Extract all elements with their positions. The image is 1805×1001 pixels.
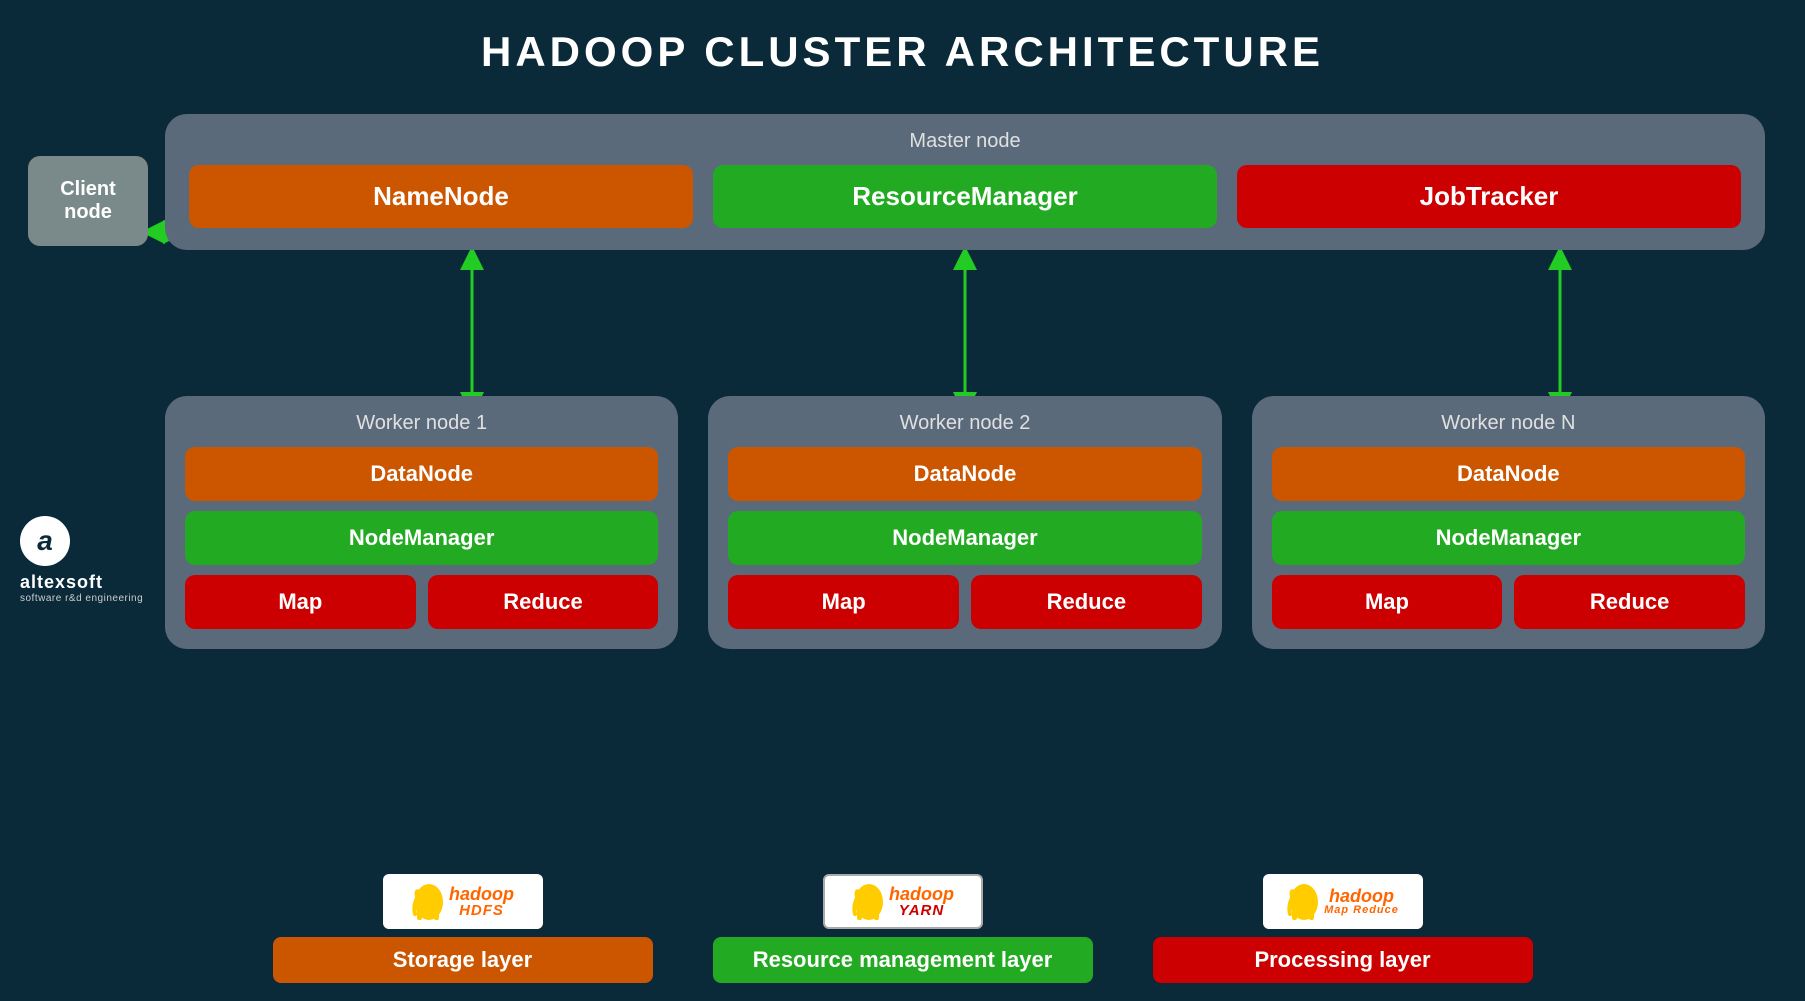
worker-node-2: Worker node 2 DataNode NodeManager Map R… [708,396,1221,649]
worker-1-map: Map [185,575,416,629]
worker-n-reduce: Reduce [1514,575,1745,629]
master-node-container: Master node NameNode ResourceManager Job… [165,114,1765,250]
worker-n-map-reduce-row: Map Reduce [1272,575,1745,629]
worker-node-2-label: Worker node 2 [728,412,1201,435]
worker-1-reduce: Reduce [428,575,659,629]
hadoop-mapreduce-top: hadoop [1329,887,1394,905]
workers-row: Worker node 1 DataNode NodeManager Map R… [165,396,1765,649]
worker-n-map: Map [1272,575,1503,629]
resourcemanager-box: ResourceManager [713,165,1217,228]
hadoop-hdfs-text: hadoop HDFS [449,885,514,918]
worker-n-nodemanager: NodeManager [1272,511,1745,565]
hadoop-hdfs-top: hadoop [449,885,514,903]
worker-2-nodemanager: NodeManager [728,511,1201,565]
altexsoft-subtitle: software r&d engineering [20,593,143,604]
altexsoft-name: altexsoft [20,572,103,593]
master-node-label: Master node [189,130,1741,153]
hadoop-mapreduce-text: hadoop Map Reduce [1324,887,1399,916]
client-node: Client node [28,156,148,246]
worker-node-1-label: Worker node 1 [185,412,658,435]
master-node-boxes: NameNode ResourceManager JobTracker [189,165,1741,228]
hadoop-hdfs-bottom: HDFS [459,903,504,918]
hadoop-yarn-text: hadoop YARN [889,885,954,918]
legend-item-yarn: hadoop YARN Resource management layer [713,874,1093,983]
page-title: HADOOP CLUSTER ARCHITECTURE [0,0,1805,96]
altexsoft-logo: a altexsoft software r&d engineering [20,516,143,604]
resource-management-layer-label: Resource management layer [713,937,1093,983]
worker-1-map-reduce-row: Map Reduce [185,575,658,629]
hadoop-mapreduce-logo: hadoop Map Reduce [1263,874,1423,929]
worker-1-datanode: DataNode [185,447,658,501]
hadoop-yarn-top: hadoop [889,885,954,903]
hadoop-hdfs-logo: hadoop HDFS [383,874,543,929]
elephant-icon-yarn [851,880,887,924]
worker-node-n: Worker node N DataNode NodeManager Map R… [1252,396,1765,649]
worker-node-1: Worker node 1 DataNode NodeManager Map R… [165,396,678,649]
namenode-box: NameNode [189,165,693,228]
worker-node-n-label: Worker node N [1272,412,1745,435]
elephant-icon-mapreduce [1286,880,1322,924]
hadoop-yarn-logo: hadoop YARN [823,874,983,929]
elephant-icon-hdfs [411,880,447,924]
jobtracker-box: JobTracker [1237,165,1741,228]
worker-2-datanode: DataNode [728,447,1201,501]
diagram-area: Client node Master node NameNode Resourc… [0,96,1805,916]
worker-2-reduce: Reduce [971,575,1202,629]
worker-1-nodemanager: NodeManager [185,511,658,565]
altexsoft-icon: a [20,516,70,566]
worker-2-map: Map [728,575,959,629]
processing-layer-label: Processing layer [1153,937,1533,983]
storage-layer-label: Storage layer [273,937,653,983]
hadoop-yarn-bottom: YARN [899,903,944,918]
hadoop-mapreduce-bottom: Map Reduce [1324,905,1399,916]
legend-item-hdfs: hadoop HDFS Storage layer [273,874,653,983]
bottom-legend: hadoop HDFS Storage layer hadoop YARN Re… [0,846,1805,1001]
worker-2-map-reduce-row: Map Reduce [728,575,1201,629]
legend-item-mapreduce: hadoop Map Reduce Processing layer [1153,874,1533,983]
altexsoft-icon-letter: a [37,525,53,557]
worker-n-datanode: DataNode [1272,447,1745,501]
